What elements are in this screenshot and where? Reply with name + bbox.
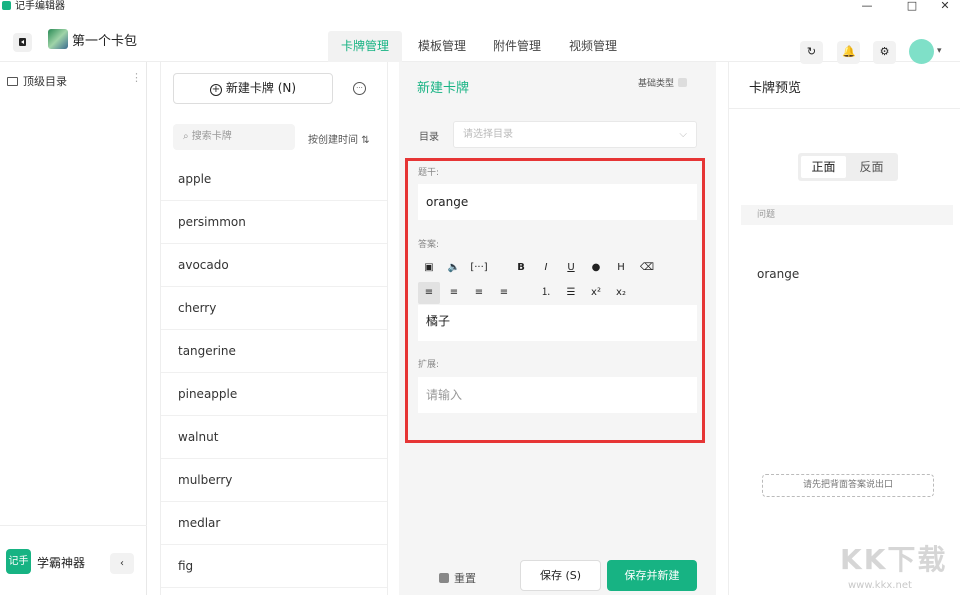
sort-dropdown[interactable]: 按创建时间 ⇅ xyxy=(308,131,370,146)
type-icon xyxy=(678,78,688,87)
root-directory-label: 顶级目录 xyxy=(23,75,67,88)
italic-icon[interactable]: I xyxy=(535,257,557,279)
root-directory[interactable]: 顶级目录 xyxy=(7,73,67,89)
deck-name: 第一个卡包 xyxy=(72,34,138,49)
list-item[interactable]: fig xyxy=(161,545,387,588)
question-text: orange xyxy=(757,267,800,281)
sort-icon: ⇅ xyxy=(361,135,370,146)
sort-label: 按创建时间 xyxy=(308,135,358,146)
directory-select[interactable]: 请选择目录 xyxy=(453,121,697,148)
image-icon[interactable]: ▣ xyxy=(418,257,440,279)
divider xyxy=(729,108,960,109)
underline-icon[interactable]: U xyxy=(560,257,582,279)
refresh-button[interactable]: ↻ xyxy=(800,41,823,64)
list-item[interactable]: persimmon xyxy=(161,201,387,244)
tab-template-management[interactable]: 模板管理 xyxy=(405,31,479,62)
text-color-icon[interactable]: ● xyxy=(585,257,607,279)
list-item[interactable]: avocado xyxy=(161,244,387,287)
back-side-button[interactable]: 反面 xyxy=(849,156,894,178)
notification-button[interactable]: 🔔 xyxy=(837,41,860,64)
cloze-icon[interactable]: [···] xyxy=(468,257,490,279)
question-header: 问题 xyxy=(741,205,953,225)
tab-attachment-management[interactable]: 附件管理 xyxy=(480,31,554,62)
bell-icon: 🔔 xyxy=(842,45,856,58)
list-item[interactable]: tangerine xyxy=(161,330,387,373)
title-bar: 记手编辑器 — □ ✕ xyxy=(0,0,960,13)
front-side-button[interactable]: 正面 xyxy=(801,156,846,178)
back-arrow-icon xyxy=(21,40,24,44)
search-placeholder: 搜索卡牌 xyxy=(191,131,232,142)
extension-label: 扩展: xyxy=(418,360,440,370)
tab-card-management[interactable]: 卡牌管理 xyxy=(328,31,402,62)
more-options-icon[interactable]: ··· xyxy=(353,82,366,95)
search-input[interactable]: ⌕ 搜索卡牌 xyxy=(173,124,295,150)
ordered-list-icon[interactable]: ⒈ xyxy=(535,282,557,304)
extension-field[interactable]: 请输入 xyxy=(418,377,697,413)
list-item[interactable]: medlar xyxy=(161,502,387,545)
align-left-icon[interactable]: ≡ xyxy=(418,282,440,304)
bullet-list-icon[interactable]: ☰ xyxy=(560,282,582,304)
app-icon xyxy=(2,1,11,10)
align-right-icon[interactable]: ≡ xyxy=(468,282,490,304)
deck-thumbnail xyxy=(48,29,68,49)
answer-hint: 请先把背面答案说出口 xyxy=(762,474,934,497)
maximize-button[interactable]: □ xyxy=(897,0,927,13)
basic-type-label: 基础类型 xyxy=(638,79,675,89)
settings-button[interactable]: ⚙ xyxy=(873,41,896,64)
minimize-button[interactable]: — xyxy=(852,0,882,13)
avatar[interactable] xyxy=(909,39,934,64)
stem-label: 题干: xyxy=(418,168,440,178)
list-item[interactable]: walnut xyxy=(161,416,387,459)
directory-sidebar: 顶级目录 ⋮ 记手 学霸神器 ‹ xyxy=(0,62,147,595)
basic-type-selector[interactable]: 基础类型 xyxy=(638,76,688,89)
window-title: 记手编辑器 xyxy=(15,1,65,12)
stem-field[interactable]: orange xyxy=(418,184,697,220)
answer-field[interactable]: 橘子 xyxy=(418,305,697,341)
preview-title: 卡牌预览 xyxy=(749,81,802,96)
save-button[interactable]: 保存 (S) xyxy=(520,560,601,591)
audio-icon[interactable]: 🔈 xyxy=(443,257,465,279)
card-editor: 新建卡牌 基础类型 目录 请选择目录 题干: orange 答案: ▣ 🔈 [·… xyxy=(399,62,716,595)
align-center-icon[interactable]: ≡ xyxy=(443,282,465,304)
refresh-icon: ↻ xyxy=(806,45,817,58)
superscript-icon[interactable]: x² xyxy=(585,282,607,304)
eraser-icon[interactable]: ⌫ xyxy=(636,257,658,279)
card-list: apple persimmon avocado cherry tangerine… xyxy=(161,158,387,588)
card-list-panel: + 新建卡牌 (N) ··· ⌕ 搜索卡牌 按创建时间 ⇅ apple persi… xyxy=(160,62,388,595)
tab-video-management[interactable]: 视频管理 xyxy=(556,31,630,62)
plus-circle-icon: + xyxy=(209,84,222,96)
list-item[interactable]: pineapple xyxy=(161,373,387,416)
watermark-url: www.kkx.net xyxy=(848,580,912,591)
close-button[interactable]: ✕ xyxy=(930,0,960,13)
answer-label: 答案: xyxy=(418,240,440,250)
more-vertical-icon[interactable]: ⋮ xyxy=(131,71,142,84)
card-preview-panel: 卡牌预览 正面 反面 问题 orange 请先把背面答案说出口 xyxy=(728,62,960,595)
bold-icon[interactable]: B xyxy=(510,257,532,279)
new-card-label: 新建卡牌 (N) xyxy=(225,81,297,95)
brand-name: 学霸神器 xyxy=(37,556,86,570)
heading-icon[interactable]: H xyxy=(610,257,632,279)
folder-icon xyxy=(7,77,18,86)
collapse-sidebar-button[interactable]: ‹ xyxy=(110,553,134,574)
list-item[interactable]: apple xyxy=(161,158,387,201)
editor-title: 新建卡牌 xyxy=(417,81,470,96)
brand-footer: 记手 学霸神器 ‹ xyxy=(0,525,147,595)
reset-label: 重置 xyxy=(454,572,476,585)
brand-logo: 记手 xyxy=(6,549,31,574)
align-justify-icon[interactable]: ≡ xyxy=(493,282,515,304)
gear-icon: ⚙ xyxy=(879,45,890,58)
watermark-logo: KK下载 xyxy=(840,543,948,576)
app-header: 第一个卡包 卡牌管理 模板管理 附件管理 视频管理 ↻ 🔔 ⚙ ▾ xyxy=(0,13,960,64)
reset-icon xyxy=(439,573,449,583)
list-item[interactable]: mulberry xyxy=(161,459,387,502)
save-and-new-button[interactable]: 保存并新建 xyxy=(607,560,697,591)
directory-label: 目录 xyxy=(419,132,439,143)
list-item[interactable]: cherry xyxy=(161,287,387,330)
subscript-icon[interactable]: x₂ xyxy=(610,282,632,304)
side-toggle: 正面 反面 xyxy=(798,153,898,181)
chevron-down-icon[interactable]: ▾ xyxy=(937,46,942,56)
reset-button[interactable]: 重置 xyxy=(439,570,476,586)
new-card-button[interactable]: + 新建卡牌 (N) xyxy=(173,73,333,104)
back-button[interactable] xyxy=(13,33,32,52)
